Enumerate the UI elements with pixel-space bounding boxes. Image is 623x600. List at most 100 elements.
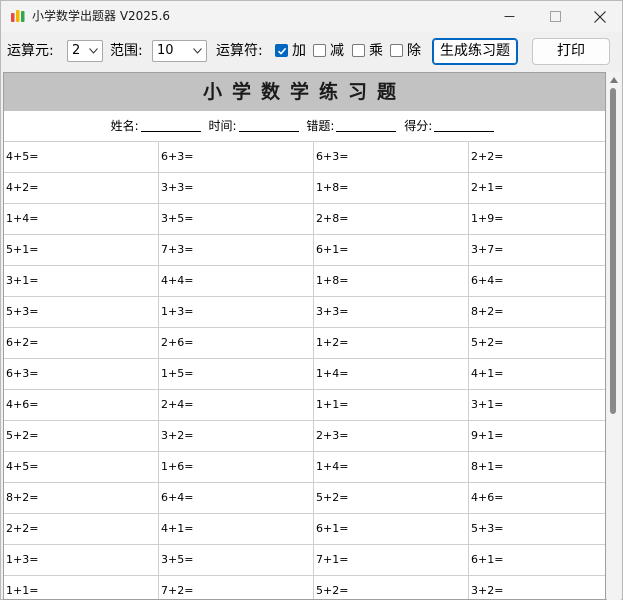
problem-cell: 4+1=	[471, 367, 504, 380]
problem-cell: 6+1=	[471, 553, 504, 566]
op-subtract-checkbox[interactable]	[313, 44, 326, 57]
problem-cell: 2+6=	[159, 328, 314, 358]
table-row: 8+2= 6+4= 5+2= 4+6=	[4, 483, 605, 514]
operands-label: 运算元:	[7, 43, 54, 59]
errors-label: 错题:	[306, 119, 335, 133]
op-multiply-checkbox[interactable]	[352, 44, 365, 57]
table-row: 3+1= 4+4= 1+8= 6+4=	[4, 266, 605, 297]
problem-cell: 6+3=	[314, 142, 469, 172]
problem-cell: 2+8=	[314, 204, 469, 234]
operator-label: 运算符:	[216, 43, 263, 59]
problem-cell: 1+3=	[4, 545, 159, 575]
problem-cell: 6+4=	[471, 274, 504, 287]
problem-cell: 6+3=	[159, 142, 314, 172]
checkmark-icon	[277, 47, 287, 55]
table-row: 1+4= 3+5= 2+8= 1+9=	[4, 204, 605, 235]
app-window: 小学数学出题器 V2025.6 运算元: 2 范围: 10 运算符: 加 减 乘	[0, 0, 623, 600]
title-bar[interactable]: 小学数学出题器 V2025.6	[1, 1, 622, 32]
student-info-row: 姓名: 时间: 错题: 得分:	[4, 111, 605, 142]
problem-cell: 5+3=	[471, 522, 504, 535]
problem-cell: 1+1=	[314, 390, 469, 420]
table-row: 6+2= 2+6= 1+2= 5+2=	[4, 328, 605, 359]
name-blank	[140, 120, 201, 132]
chevron-down-icon	[193, 48, 202, 54]
problem-cell: 6+2=	[4, 328, 159, 358]
vertical-scrollbar[interactable]	[607, 72, 621, 600]
problem-cell: 7+3=	[159, 235, 314, 265]
op-add-checkbox[interactable]	[275, 44, 288, 57]
problem-cell: 1+8=	[314, 173, 469, 203]
problem-cell: 1+5=	[159, 359, 314, 389]
problem-cell: 5+3=	[4, 297, 159, 327]
table-row: 4+5= 6+3= 6+3= 2+2=	[4, 142, 605, 173]
problem-cell: 5+2=	[314, 576, 469, 599]
close-button[interactable]	[577, 1, 623, 32]
table-row: 4+2= 3+3= 1+8= 2+1=	[4, 173, 605, 204]
operands-select[interactable]: 2	[67, 40, 103, 62]
problem-cell: 4+2=	[4, 173, 159, 203]
problem-cell: 6+1=	[314, 235, 469, 265]
problem-cell: 3+7=	[471, 243, 504, 256]
minimize-icon	[504, 16, 514, 17]
range-value: 10	[157, 43, 174, 58]
app-logo-icon	[11, 10, 25, 22]
problem-cell: 2+1=	[471, 181, 504, 194]
op-add-label: 加	[292, 43, 306, 59]
problem-cell: 4+4=	[159, 266, 314, 296]
table-row: 5+1= 7+3= 6+1= 3+7=	[4, 235, 605, 266]
problem-cell: 4+6=	[4, 390, 159, 420]
problem-cell: 3+5=	[159, 545, 314, 575]
table-row: 6+3= 1+5= 1+4= 4+1=	[4, 359, 605, 390]
worksheet-title: 小学数学练习题	[4, 73, 605, 111]
problem-cell: 3+3=	[314, 297, 469, 327]
problem-cell: 9+1=	[471, 429, 504, 442]
problem-cell: 1+4=	[314, 452, 469, 482]
problem-cell: 6+3=	[4, 359, 159, 389]
score-label: 得分:	[404, 119, 433, 133]
minimize-button[interactable]	[486, 1, 532, 32]
table-row: 5+2= 3+2= 2+3= 9+1=	[4, 421, 605, 452]
problem-cell: 1+2=	[314, 328, 469, 358]
problem-cell: 4+5=	[4, 142, 159, 172]
problem-grid: 4+5= 6+3= 6+3= 2+2= 4+2= 3+3= 1+8= 2+1= 1+4= 3+5=…	[4, 142, 605, 599]
op-multiply-label: 乘	[369, 43, 383, 59]
problem-cell: 1+4=	[4, 204, 159, 234]
problem-cell: 5+2=	[4, 421, 159, 451]
name-label: 姓名:	[110, 119, 139, 133]
problem-cell: 2+3=	[314, 421, 469, 451]
problem-cell: 7+1=	[314, 545, 469, 575]
problem-cell: 8+2=	[471, 305, 504, 318]
problem-cell: 8+1=	[471, 460, 504, 473]
problem-cell: 5+2=	[314, 483, 469, 513]
range-select[interactable]: 10	[152, 40, 207, 62]
scroll-up-arrow-icon[interactable]	[610, 77, 618, 83]
problem-cell: 1+6=	[159, 452, 314, 482]
problem-cell: 1+3=	[159, 297, 314, 327]
generate-button[interactable]: 生成练习题	[432, 38, 518, 65]
problem-cell: 5+1=	[4, 235, 159, 265]
table-row: 5+3= 1+3= 3+3= 8+2=	[4, 297, 605, 328]
problem-cell: 3+1=	[4, 266, 159, 296]
close-icon	[594, 10, 606, 23]
problem-cell: 3+1=	[471, 398, 504, 411]
table-row: 2+2= 4+1= 6+1= 5+3=	[4, 514, 605, 545]
problem-cell: 3+3=	[159, 173, 314, 203]
problem-cell: 1+4=	[314, 359, 469, 389]
problem-cell: 4+6=	[471, 491, 504, 504]
errors-blank	[336, 120, 397, 132]
scrollbar-thumb[interactable]	[610, 88, 616, 414]
table-row: 4+6= 2+4= 1+1= 3+1=	[4, 390, 605, 421]
op-subtract-label: 减	[330, 43, 344, 59]
table-row: 1+1= 7+2= 5+2= 3+2=	[4, 576, 605, 599]
chevron-down-icon	[89, 48, 98, 54]
time-label: 时间:	[208, 119, 237, 133]
worksheet: 小学数学练习题 姓名: 时间: 错题: 得分: 4+5= 6+3= 6+3= 2+2=…	[3, 72, 606, 600]
problem-cell: 1+9=	[471, 212, 504, 225]
problem-cell: 3+2=	[471, 584, 504, 597]
problem-cell: 5+2=	[471, 336, 504, 349]
print-button[interactable]: 打印	[532, 38, 610, 65]
time-blank	[238, 120, 299, 132]
problem-cell: 3+2=	[159, 421, 314, 451]
op-divide-checkbox[interactable]	[390, 44, 403, 57]
maximize-button[interactable]	[532, 1, 578, 32]
